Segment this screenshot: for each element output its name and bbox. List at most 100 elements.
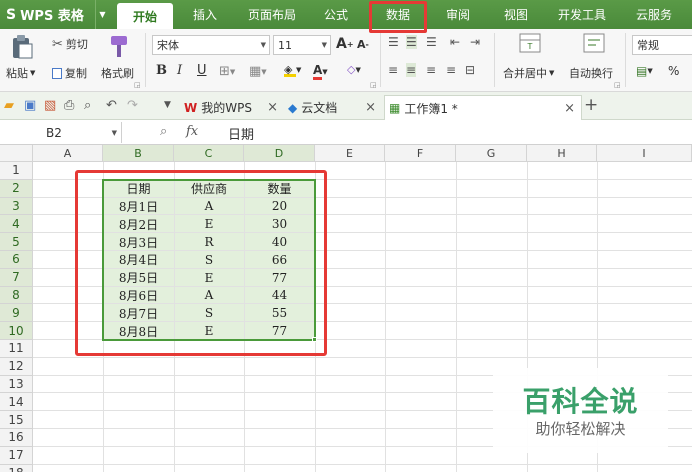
align-middle-icon[interactable]: ☰	[406, 35, 417, 49]
undo-icon[interactable]: ↶	[106, 98, 117, 113]
align-center-icon[interactable]: ≡	[406, 63, 417, 77]
quick-access-dropdown-icon[interactable]: ▼	[164, 100, 171, 110]
font-name-select[interactable]: 宋体 ▼	[152, 35, 270, 55]
format-painter-button[interactable]: 格式刷	[101, 65, 134, 81]
name-box[interactable]: B2 ▼	[0, 122, 122, 143]
row-header-4[interactable]: 4	[0, 215, 33, 234]
copy-button[interactable]: 复制	[52, 65, 87, 81]
redo-icon[interactable]: ↷	[127, 98, 138, 113]
merge-center-icon[interactable]: T	[519, 33, 541, 53]
align-right-icon[interactable]: ≡	[426, 63, 436, 77]
row-header-1[interactable]: 1	[0, 162, 33, 180]
paste-button[interactable]: 粘贴 ▼	[6, 65, 35, 81]
cell-style-icon[interactable]: ▦ ▼	[249, 64, 267, 79]
formula-input[interactable]: 日期	[228, 124, 254, 143]
align-left-icon[interactable]: ≡	[388, 63, 398, 77]
tab-cloud-docs-label: 云文档	[301, 101, 338, 115]
row-header-5[interactable]: 5	[0, 233, 33, 251]
save-icon[interactable]: ▣	[24, 98, 36, 113]
row-header-15[interactable]: 15	[0, 411, 33, 429]
tab-cloud-docs[interactable]: ◆ 云文档 ×	[288, 95, 382, 120]
font-dialog-launcher[interactable]: ◲	[370, 81, 377, 89]
row-header-7[interactable]: 7	[0, 268, 33, 287]
app-menu-button[interactable]: S WPS 表格	[0, 0, 95, 29]
row-header-2[interactable]: 2	[0, 179, 33, 198]
data-tab-highlight	[369, 1, 427, 33]
wrap-text-icon[interactable]	[583, 33, 605, 53]
row-header-12[interactable]: 12	[0, 357, 33, 376]
row-header-16[interactable]: 16	[0, 429, 33, 447]
watermark-subtitle: 助你轻松解决	[535, 420, 626, 438]
tab-insert[interactable]: 插入	[182, 0, 228, 29]
row-header-17[interactable]: 17	[0, 446, 33, 465]
alignment-dialog-launcher[interactable]: ◲	[614, 81, 621, 89]
justify-icon[interactable]: ≡	[446, 63, 456, 77]
font-color-icon[interactable]: A ▼	[313, 63, 328, 80]
tab-cloud-service[interactable]: 云服务	[624, 0, 684, 29]
tab-review[interactable]: 审阅	[436, 0, 480, 29]
underline-button[interactable]: U	[197, 63, 207, 78]
decrease-font-icon[interactable]: A-	[357, 38, 369, 51]
tab-page-layout[interactable]: 页面布局	[240, 0, 304, 29]
column-header-e[interactable]: E	[315, 145, 385, 162]
fill-color-icon[interactable]: ◈ ▼	[284, 63, 301, 77]
close-icon[interactable]: ×	[267, 100, 278, 115]
column-header-b[interactable]: B	[103, 145, 174, 162]
percent-button[interactable]: %	[668, 64, 679, 78]
align-top-icon[interactable]: ☰	[388, 35, 399, 49]
row-header-18[interactable]: 18	[0, 464, 33, 472]
row-header-8[interactable]: 8	[0, 286, 33, 305]
font-name-value: 宋体	[157, 39, 179, 52]
tab-home[interactable]: 开始	[117, 3, 173, 29]
bold-button[interactable]: B	[156, 63, 167, 78]
export-pdf-icon[interactable]: ▧	[44, 98, 56, 113]
increase-indent-icon[interactable]: ⇥	[470, 35, 480, 49]
tab-my-wps-label: 我的WPS	[201, 101, 252, 115]
column-header-c[interactable]: C	[174, 145, 244, 162]
print-icon[interactable]: ⎙	[64, 98, 74, 113]
border-icon[interactable]: ⊞ ▼	[219, 64, 235, 79]
align-bottom-icon[interactable]: ☰	[426, 35, 437, 49]
print-preview-icon[interactable]: ⌕	[84, 98, 91, 113]
row-header-14[interactable]: 14	[0, 393, 33, 412]
row-header-13[interactable]: 13	[0, 375, 33, 394]
cut-button[interactable]: ✂ 剪切	[52, 36, 88, 52]
distributed-icon[interactable]: ⊟	[465, 63, 475, 77]
open-folder-icon[interactable]: ▰	[4, 98, 14, 113]
tab-developer[interactable]: 开发工具	[550, 0, 614, 29]
tab-my-wps[interactable]: W 我的WPS ×	[184, 95, 284, 120]
zoom-search-icon[interactable]: ⌕	[160, 124, 167, 139]
row-header-10[interactable]: 10	[0, 322, 33, 340]
decrease-indent-icon[interactable]: ⇤	[450, 35, 460, 49]
italic-button[interactable]: I	[177, 63, 182, 78]
app-dropdown-icon[interactable]: ▼	[95, 0, 109, 29]
column-header-f[interactable]: F	[385, 145, 456, 162]
close-icon[interactable]: ×	[564, 101, 575, 116]
merge-center-button[interactable]: 合并居中 ▼	[503, 65, 554, 81]
close-icon[interactable]: ×	[365, 100, 376, 115]
select-all-corner[interactable]	[0, 145, 33, 162]
column-header-h[interactable]: H	[527, 145, 597, 162]
fx-icon[interactable]: fx	[186, 124, 198, 139]
column-header-g[interactable]: G	[456, 145, 527, 162]
row-header-3[interactable]: 3	[0, 197, 33, 216]
font-size-select[interactable]: 11 ▼	[273, 35, 331, 55]
format-painter-icon[interactable]	[107, 33, 131, 59]
row-header-9[interactable]: 9	[0, 304, 33, 323]
increase-font-icon[interactable]: A +	[336, 36, 354, 52]
tab-view[interactable]: 视图	[494, 0, 538, 29]
tab-formulas[interactable]: 公式	[314, 0, 358, 29]
column-header-i[interactable]: I	[597, 145, 692, 162]
clear-format-icon[interactable]: ◇ ▼	[347, 63, 361, 76]
wrap-text-button[interactable]: 自动换行	[569, 65, 613, 81]
column-header-a[interactable]: A	[33, 145, 103, 162]
number-format-select[interactable]: 常规	[632, 35, 692, 55]
tab-workbook1[interactable]: ▦ 工作簿1 * ×	[384, 95, 582, 120]
currency-format-icon[interactable]: ▤ ▼	[636, 64, 653, 78]
row-header-6[interactable]: 6	[0, 251, 33, 269]
paste-icon[interactable]	[10, 33, 36, 61]
row-header-11[interactable]: 11	[0, 340, 33, 358]
column-header-d[interactable]: D	[244, 145, 315, 162]
new-tab-icon[interactable]: +	[584, 95, 598, 115]
clipboard-dialog-launcher[interactable]: ◲	[134, 81, 141, 89]
